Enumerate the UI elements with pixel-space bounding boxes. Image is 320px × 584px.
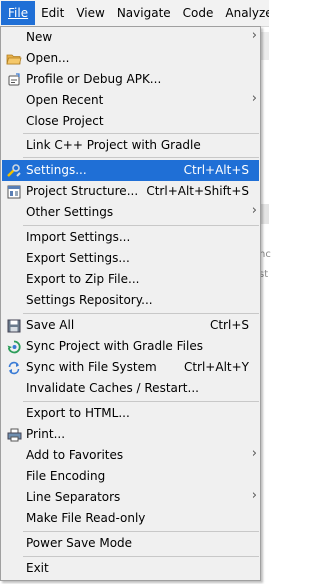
menu-item-exit[interactable]: Exit (2, 558, 259, 579)
menu-item-make-read-only[interactable]: Make File Read-only (2, 508, 259, 529)
menu-separator (23, 531, 259, 532)
menu-separator (23, 157, 259, 158)
menu-item-label: Other Settings (26, 205, 114, 219)
menu-item-label: Export to Zip File... (26, 272, 140, 286)
menu-item-file-encoding[interactable]: File Encoding (2, 466, 259, 487)
submenu-arrow-icon: › (251, 488, 257, 503)
shortcut-label: Ctrl+Alt+Y (183, 360, 249, 374)
menu-item-profile-debug-apk[interactable]: Profile or Debug APK... (2, 69, 259, 90)
menu-item-power-save-mode[interactable]: Power Save Mode (2, 533, 259, 554)
menu-item-invalidate-caches[interactable]: Invalidate Caches / Restart... (2, 378, 259, 399)
menu-bar: File Edit View Navigate Code Analyze R (0, 0, 269, 27)
menu-item-label: Import Settings... (26, 230, 131, 244)
menu-item-label: Sync Project with Gradle Files (26, 339, 203, 353)
project-structure-icon (6, 184, 22, 199)
menu-item-link-cpp[interactable]: Link C++ Project with Gradle (2, 135, 259, 156)
menu-file[interactable]: File (1, 1, 36, 25)
menu-item-label: Project Structure... (26, 184, 139, 198)
menu-item-other-settings[interactable]: Other Settings › (2, 202, 259, 223)
menu-item-label: Settings... (26, 163, 87, 177)
menu-item-new[interactable]: New › (2, 27, 259, 48)
menu-item-label: Export to HTML... (26, 406, 130, 420)
menu-separator (23, 133, 259, 134)
apk-debug-icon (6, 72, 22, 87)
menu-item-export-zip[interactable]: Export to Zip File... (2, 269, 259, 290)
menu-analyze[interactable]: Analyze (219, 1, 269, 25)
submenu-arrow-icon: › (251, 203, 257, 218)
menu-item-label: Add to Favorites (26, 448, 124, 462)
menu-item-label: File Encoding (26, 469, 106, 483)
gradle-sync-icon (6, 339, 22, 354)
printer-icon (6, 427, 22, 442)
menu-code-label: Code (182, 6, 214, 20)
menu-view[interactable]: View (70, 1, 110, 25)
menu-item-open[interactable]: Open... (2, 48, 259, 69)
menu-item-label: Sync with File System (26, 360, 157, 374)
menu-item-label: New (26, 30, 53, 44)
menu-item-label: Save All (26, 318, 75, 332)
menu-item-open-recent[interactable]: Open Recent › (2, 90, 259, 111)
menu-item-close-project[interactable]: Close Project (2, 111, 259, 132)
menu-item-label: Open Recent (26, 93, 104, 107)
menu-edit[interactable]: Edit (35, 1, 70, 25)
save-icon (6, 318, 22, 333)
wrench-icon (6, 163, 22, 178)
menu-item-print[interactable]: Print... (2, 424, 259, 445)
menu-item-label: Settings Repository... (26, 293, 153, 307)
menu-item-label: Link C++ Project with Gradle (26, 138, 201, 152)
menu-analyze-label: Analyze (225, 6, 269, 20)
shortcut-label: Ctrl+Alt+Shift+S (146, 184, 249, 198)
menu-item-sync-gradle[interactable]: Sync Project with Gradle Files (2, 336, 259, 357)
menu-item-label: Open... (26, 51, 70, 65)
menu-item-label: Export Settings... (26, 251, 130, 265)
file-menu-dropdown: New › Open... Profile or Debug APK... Op… (0, 26, 261, 581)
menu-item-label: Power Save Mode (26, 536, 133, 550)
menu-item-add-favorites[interactable]: Add to Favorites › (2, 445, 259, 466)
menu-navigate-label: Navigate (116, 6, 171, 20)
menu-view-label: View (76, 6, 105, 20)
menu-item-export-settings[interactable]: Export Settings... (2, 248, 259, 269)
menu-item-label: Make File Read-only (26, 511, 146, 525)
menu-item-save-all[interactable]: Save All Ctrl+S (2, 315, 259, 336)
shortcut-label: Ctrl+Alt+S (183, 163, 249, 177)
menu-item-export-html[interactable]: Export to HTML... (2, 403, 259, 424)
menu-item-import-settings[interactable]: Import Settings... (2, 227, 259, 248)
submenu-arrow-icon: › (251, 446, 257, 461)
shortcut-label: Ctrl+S (209, 318, 249, 332)
menu-item-label: Close Project (26, 114, 104, 128)
menu-item-sync-file-system[interactable]: Sync with File System Ctrl+Alt+Y (2, 357, 259, 378)
menu-separator (23, 556, 259, 557)
submenu-arrow-icon: › (251, 91, 257, 106)
menu-item-line-separators[interactable]: Line Separators › (2, 487, 259, 508)
menu-separator (23, 225, 259, 226)
folder-open-icon (6, 51, 22, 66)
menu-navigate[interactable]: Navigate (111, 1, 177, 25)
menu-file-label: File (8, 6, 29, 20)
menu-edit-label: Edit (41, 6, 65, 20)
menu-separator (23, 401, 259, 402)
menu-item-label: Line Separators (26, 490, 121, 504)
menu-item-project-structure[interactable]: Project Structure... Ctrl+Alt+Shift+S (2, 181, 259, 202)
sync-icon (6, 360, 22, 375)
submenu-arrow-icon: › (251, 28, 257, 43)
menu-code[interactable]: Code (177, 1, 220, 25)
menu-item-label: Exit (26, 561, 49, 575)
menu-item-label: Print... (26, 427, 66, 441)
menu-item-label: Profile or Debug APK... (26, 72, 162, 86)
menu-item-settings[interactable]: Settings... Ctrl+Alt+S (2, 160, 259, 181)
menu-item-settings-repository[interactable]: Settings Repository... (2, 290, 259, 311)
menu-item-label: Invalidate Caches / Restart... (26, 381, 199, 395)
menu-separator (23, 313, 259, 314)
